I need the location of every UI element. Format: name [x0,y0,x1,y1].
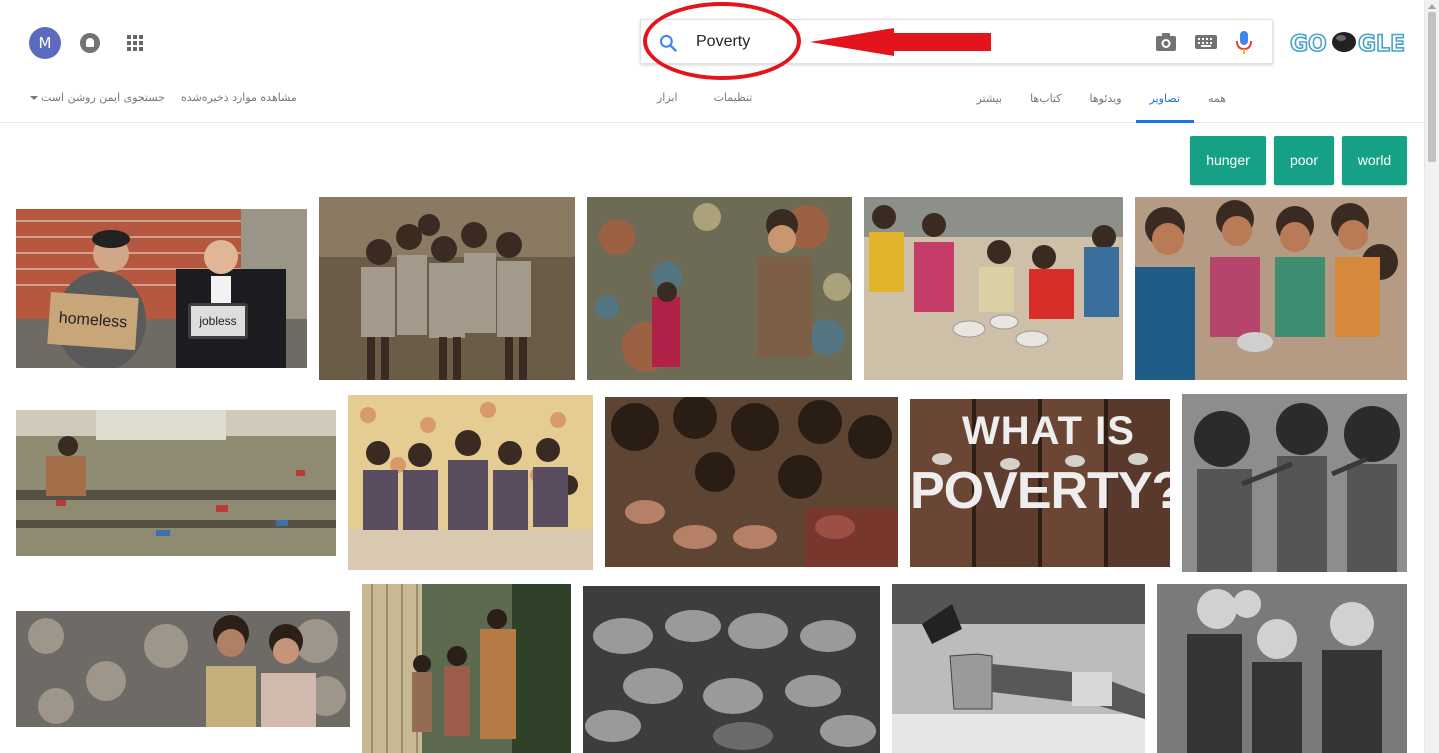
sign-jobless-text: jobless [191,306,245,336]
logo[interactable]: GO GLE [1290,28,1410,58]
scroll-up-icon[interactable] [1428,4,1436,9]
result-image-children-hands[interactable] [605,397,898,567]
apps-grid-icon[interactable] [127,35,143,51]
settings-link[interactable]: تنظیمات [714,91,753,104]
sign-homeless: homeless [47,291,139,351]
chip-world[interactable]: world [1342,136,1407,185]
cupped-hands-photo [583,586,880,753]
headline-poverty: POVERTY? [910,462,1170,520]
avatar[interactable]: M [29,27,61,59]
tab-4[interactable]: بیشتر [962,91,1016,123]
safesearch-toggle[interactable]: جستجوی ایمن روشن است [30,91,165,104]
annotation-arrow-icon [810,28,991,56]
result-image-garbage-field[interactable] [16,410,336,556]
result-image-children-eating[interactable] [864,197,1123,380]
result-image-children-rice[interactable] [1135,197,1407,380]
rocks-children-photo [16,611,350,727]
result-image-what-is-poverty[interactable]: WHAT IS POVERTY? [910,399,1170,567]
headline-what-is: WHAT IS [962,409,1135,453]
result-image-bw-children[interactable] [1182,394,1407,572]
children-group-photo [319,197,575,380]
tab-0[interactable]: همه [1194,91,1240,123]
result-image-bw-children-group[interactable] [1157,584,1407,753]
annotation-circle [643,2,801,80]
children-hands-photo [605,397,898,567]
result-image-homeless[interactable]: homeless jobless [16,209,307,368]
chevron-down-icon [30,96,38,100]
result-image-rocks-children[interactable] [16,611,350,727]
safesearch-label: جستجوی ایمن روشن است [41,91,165,104]
tools-bar: ابزار تنظیمات [657,91,752,104]
scrollbar[interactable] [1424,0,1439,753]
microphone-icon[interactable] [1236,31,1252,55]
keyboard-icon[interactable] [1195,35,1217,49]
svg-text:GLE: GLE [1358,32,1405,57]
children-rice-photo [1135,197,1407,380]
camera-icon[interactable] [1155,32,1177,52]
bw-children-group-photo [1157,584,1407,753]
hand-cup-photo [892,584,1145,753]
tab-1[interactable]: تصاویر [1135,91,1194,123]
chip-poor[interactable]: poor [1274,136,1334,185]
chip-hunger[interactable]: hunger [1190,136,1266,185]
header: M GO [0,0,1424,123]
garbage-child-photo [587,197,852,380]
sign-jobless: jobless [188,303,248,339]
bw-children-photo [1182,394,1407,572]
result-image-children-sitting[interactable] [348,395,593,570]
tools-link[interactable]: ابزار [657,91,678,104]
svg-text:GO: GO [1290,32,1327,57]
search-tabs: همه تصاویر ویدئوها کتاب‌ها بیشتر [962,91,1240,123]
children-eating-photo [864,197,1123,380]
result-image-family-village[interactable] [362,584,571,753]
saved-link[interactable]: مشاهده موارد ذخیره‌شده [181,91,297,104]
result-image-cupped-hands[interactable] [583,586,880,753]
tab-2[interactable]: ویدئوها [1075,91,1135,123]
tab-3[interactable]: کتاب‌ها [1016,91,1075,123]
family-village-photo [362,584,571,753]
garbage-field-photo [16,410,336,556]
result-image-hand-cup[interactable] [892,584,1145,753]
children-sitting-photo [348,395,593,570]
notifications-icon[interactable] [80,33,100,53]
result-image-children-group[interactable] [319,197,575,380]
scrollbar-thumb[interactable] [1428,12,1436,162]
left-links: جستجوی ایمن روشن است مشاهده موارد ذخیره‌… [30,91,297,104]
result-image-garbage-child[interactable] [587,197,852,380]
